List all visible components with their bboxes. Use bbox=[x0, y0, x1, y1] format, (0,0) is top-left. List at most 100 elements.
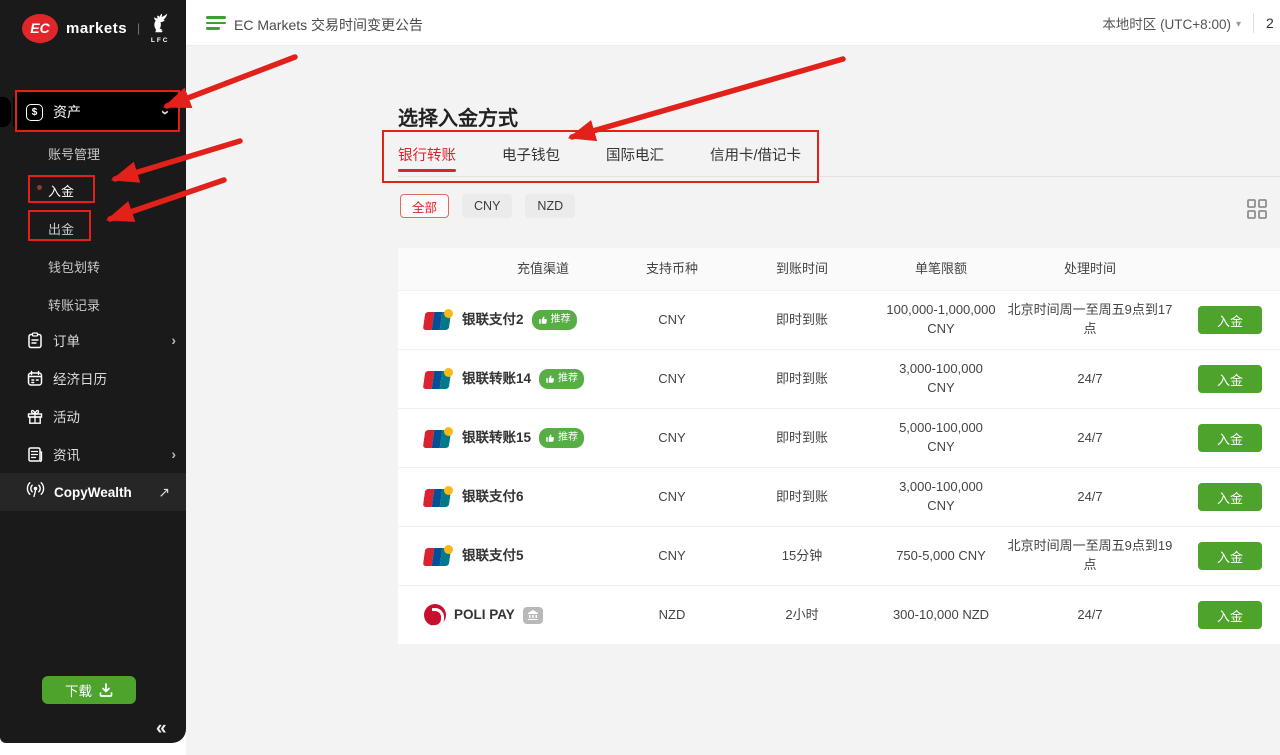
chevron-down-icon[interactable]: ▾ bbox=[1236, 19, 1241, 30]
currency-cell: CNY bbox=[622, 482, 722, 513]
channel-name: 银联支付5 bbox=[462, 546, 524, 566]
recommend-badge: 推荐 bbox=[539, 428, 584, 448]
channel-name: 银联转账15 bbox=[462, 428, 531, 448]
sidebar-item-orders[interactable]: 订单 › bbox=[26, 330, 176, 350]
brand-divider: | bbox=[137, 21, 140, 35]
filter-nzd[interactable]: NZD bbox=[525, 194, 575, 218]
sidebar-item-withdraw[interactable]: 出金 bbox=[48, 219, 74, 238]
channel-name: 银联支付2 bbox=[462, 310, 524, 330]
channel-name: POLI PAY bbox=[454, 605, 515, 625]
active-indicator bbox=[0, 97, 11, 127]
topbar: EC Markets 交易时间变更公告 本地时区 (UTC+8:00) ▾ 2 bbox=[186, 0, 1280, 46]
limit-cell: 3,000-100,000 CNY bbox=[882, 354, 1000, 404]
table-header-row: 充值渠道 支持币种 到账时间 单笔限额 处理时间 bbox=[398, 248, 1280, 290]
limit-cell: 750-5,000 CNY bbox=[882, 541, 1000, 572]
main-content: 选择入金方式 银行转账 电子钱包 国际电汇 信用卡/借记卡 全部 CNY NZD… bbox=[186, 46, 1280, 755]
processing-cell: 北京时间周一至周五9点到19点 bbox=[1000, 531, 1180, 581]
bank-badge-icon bbox=[523, 607, 543, 624]
menu-icon[interactable] bbox=[206, 16, 226, 30]
unionpay-icon bbox=[424, 427, 454, 449]
ec-logo-icon: EC bbox=[22, 14, 58, 43]
sidebar-item-wallet-transfer[interactable]: 钱包划转 bbox=[48, 257, 100, 276]
table-row: 银联转账14 推荐 CNY 即时到账 3,000-100,000 CNY 24/… bbox=[398, 349, 1280, 408]
sidebar: EC markets | LFC $ 资产 › 账号管理 入金 出金 钱包划转 … bbox=[0, 0, 186, 743]
sidebar-item-label: 资讯 bbox=[53, 444, 171, 464]
deposit-button[interactable]: 入金 bbox=[1198, 424, 1262, 452]
sidebar-item-account[interactable]: 账号管理 bbox=[48, 144, 100, 163]
sidebar-item-label: 订单 bbox=[53, 330, 171, 350]
sidebar-item-copywealth[interactable]: CopyWealth ↗ bbox=[0, 473, 186, 511]
processing-cell: 24/7 bbox=[1000, 600, 1180, 631]
collapse-sidebar-button[interactable]: « bbox=[156, 718, 167, 740]
table-row: 银联转账15 推荐 CNY 即时到账 5,000-100,000 CNY 24/… bbox=[398, 408, 1280, 467]
tab-bank-transfer[interactable]: 银行转账 bbox=[398, 132, 456, 177]
brand-logo: EC markets | LFC bbox=[22, 12, 170, 44]
currency-cell: CNY bbox=[622, 305, 722, 336]
gift-icon bbox=[26, 407, 44, 425]
recommend-badge: 推荐 bbox=[539, 369, 584, 389]
arrival-cell: 即时到账 bbox=[722, 305, 882, 336]
arrival-cell: 15分钟 bbox=[722, 541, 882, 572]
active-dot bbox=[37, 185, 42, 190]
sidebar-item-activities[interactable]: 活动 bbox=[26, 406, 176, 426]
sidebar-item-label: 活动 bbox=[53, 406, 176, 426]
arrival-cell: 即时到账 bbox=[722, 423, 882, 454]
processing-cell: 24/7 bbox=[1000, 423, 1180, 454]
deposit-button[interactable]: 入金 bbox=[1198, 365, 1262, 393]
timezone-area: 本地时区 (UTC+8:00) ▾ 2 bbox=[1102, 0, 1280, 46]
col-header: 支持币种 bbox=[622, 254, 722, 285]
channel-name: 银联转账14 bbox=[462, 369, 531, 389]
currency-filters: 全部 CNY NZD bbox=[400, 194, 575, 218]
grid-view-icon[interactable] bbox=[1246, 198, 1268, 220]
sidebar-item-assets[interactable]: $ 资产 › bbox=[13, 92, 180, 132]
col-header: 到账时间 bbox=[722, 254, 882, 285]
arrival-cell: 即时到账 bbox=[722, 482, 882, 513]
sidebar-item-transfer-records[interactable]: 转账记录 bbox=[48, 295, 100, 314]
deposit-button[interactable]: 入金 bbox=[1198, 542, 1262, 570]
currency-cell: NZD bbox=[622, 600, 722, 631]
deposit-page: EC markets | LFC $ 资产 › 账号管理 入金 出金 钱包划转 … bbox=[0, 0, 1280, 755]
currency-cell: CNY bbox=[622, 423, 722, 454]
col-header: 充值渠道 bbox=[398, 254, 622, 285]
arrival-cell: 即时到账 bbox=[722, 364, 882, 395]
sidebar-item-news[interactable]: 资讯 › bbox=[26, 444, 176, 464]
deposit-button[interactable]: 入金 bbox=[1198, 601, 1262, 629]
external-link-icon: ↗ bbox=[158, 484, 170, 501]
currency-cell: CNY bbox=[622, 541, 722, 572]
deposit-button[interactable]: 入金 bbox=[1198, 306, 1262, 334]
chevron-right-icon: › bbox=[171, 447, 176, 461]
table-row: POLI PAY NZD 2小时 300-10,000 NZD 24/7 入金 bbox=[398, 585, 1280, 644]
tab-credit-debit-card[interactable]: 信用卡/借记卡 bbox=[710, 132, 801, 177]
sidebar-item-deposit[interactable]: 入金 bbox=[48, 181, 74, 200]
unionpay-icon bbox=[424, 309, 454, 331]
processing-cell: 24/7 bbox=[1000, 482, 1180, 513]
poli-pay-icon bbox=[424, 604, 446, 626]
announcement-link[interactable]: EC Markets 交易时间变更公告 bbox=[234, 15, 423, 35]
timezone-selector[interactable]: 本地时区 (UTC+8:00) bbox=[1102, 13, 1231, 33]
col-header: 处理时间 bbox=[1000, 254, 1180, 285]
table-row: 银联支付5 CNY 15分钟 750-5,000 CNY 北京时间周一至周五9点… bbox=[398, 526, 1280, 585]
col-header bbox=[1180, 263, 1280, 275]
download-button[interactable]: 下载 bbox=[42, 676, 136, 704]
tab-international-wire[interactable]: 国际电汇 bbox=[606, 132, 664, 177]
filter-all[interactable]: 全部 bbox=[400, 194, 449, 218]
thumbs-up-icon bbox=[538, 315, 548, 325]
filter-cny[interactable]: CNY bbox=[462, 194, 512, 218]
deposit-channels-table: 充值渠道 支持币种 到账时间 单笔限额 处理时间 银联支付2 推荐 CNY 即时… bbox=[398, 248, 1280, 644]
tab-e-wallet[interactable]: 电子钱包 bbox=[502, 132, 560, 177]
news-icon bbox=[26, 445, 44, 463]
unionpay-icon bbox=[424, 486, 454, 508]
deposit-method-tabs: 银行转账 电子钱包 国际电汇 信用卡/借记卡 bbox=[398, 132, 1280, 177]
limit-cell: 5,000-100,000 CNY bbox=[882, 413, 1000, 463]
sidebar-item-label: 入金 bbox=[48, 184, 74, 199]
arrival-cell: 2小时 bbox=[722, 600, 882, 631]
limit-cell: 3,000-100,000 CNY bbox=[882, 472, 1000, 522]
lfc-text: LFC bbox=[151, 37, 170, 44]
sidebar-item-calendar[interactable]: 经济日历 bbox=[26, 368, 176, 388]
sidebar-item-label: 资产 bbox=[53, 102, 163, 122]
clipboard-icon bbox=[26, 331, 44, 349]
notification-count[interactable]: 2 bbox=[1266, 15, 1280, 31]
table-row: 银联支付2 推荐 CNY 即时到账 100,000-1,000,000 CNY … bbox=[398, 290, 1280, 349]
deposit-button[interactable]: 入金 bbox=[1198, 483, 1262, 511]
divider bbox=[1253, 13, 1254, 33]
